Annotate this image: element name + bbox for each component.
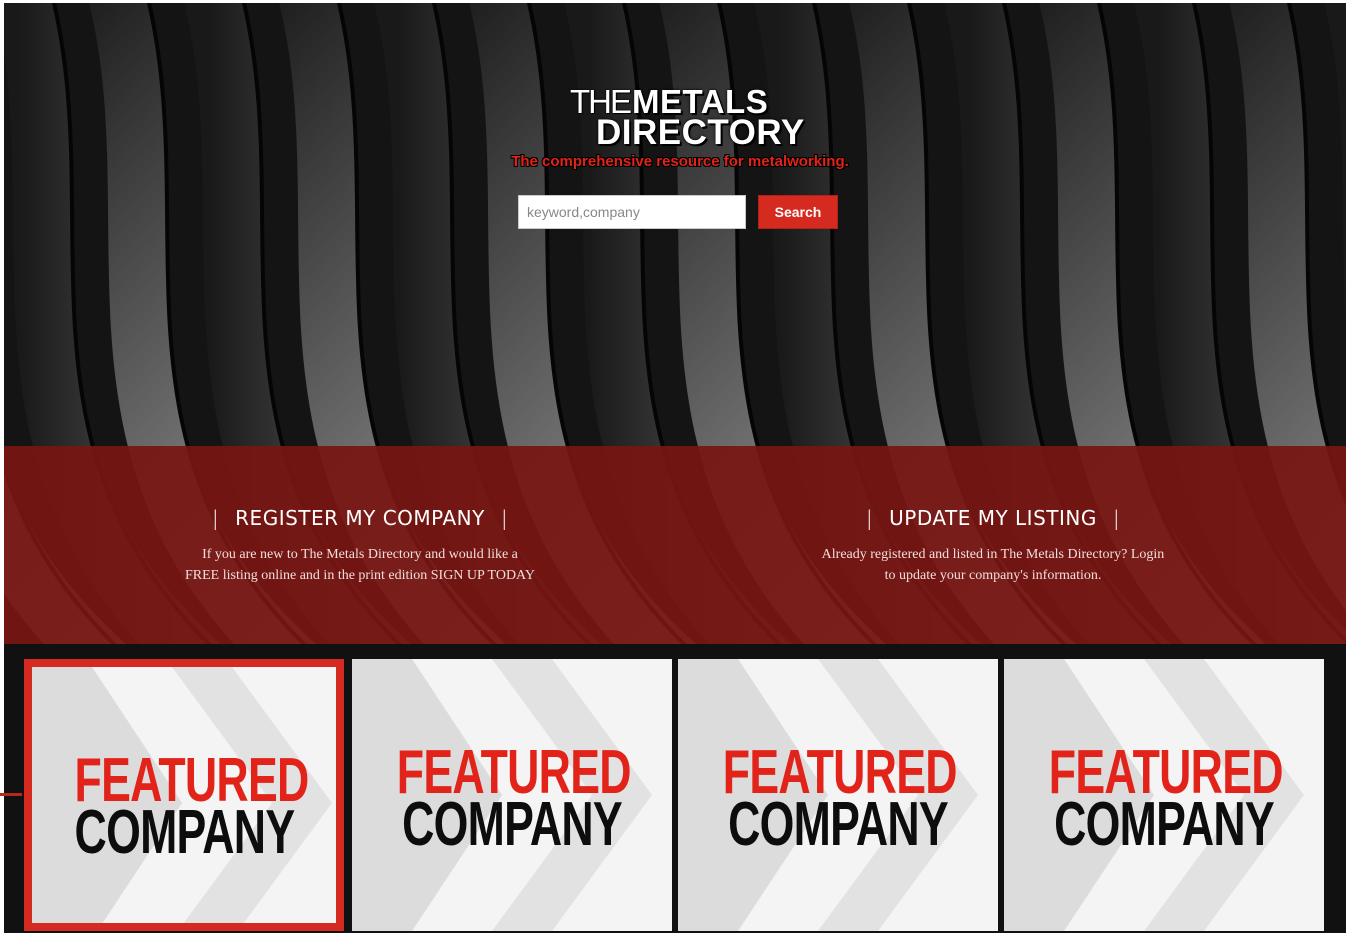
- update-description-line: Already registered and listed in The Met…: [821, 547, 1165, 562]
- register-description: If you are new to The Metals Directory a…: [100, 544, 620, 586]
- page: THE METALS DIRECTORY The comprehensive r…: [4, 3, 1346, 933]
- update-label: UPDATE MY LISTING: [889, 506, 1097, 530]
- update-description-line: to update your company's information.: [884, 568, 1102, 583]
- update-description: Already registered and listed in The Met…: [733, 544, 1253, 586]
- logo-directory: DIRECTORY: [596, 113, 805, 152]
- search-button[interactable]: Search: [758, 195, 838, 229]
- update-my-listing-link[interactable]: | UPDATE MY LISTING |: [850, 506, 1136, 530]
- update-section: | UPDATE MY LISTING | Already registered a…: [733, 506, 1253, 586]
- register-label: REGISTER MY COMPANY: [235, 506, 485, 530]
- featured-company-tile[interactable]: FEATURED COMPANY: [24, 659, 344, 931]
- company-label: COMPANY: [728, 790, 949, 859]
- featured-company-tile[interactable]: FEATURED COMPANY: [352, 659, 672, 931]
- company-label: COMPANY: [74, 798, 296, 867]
- separator: |: [865, 506, 874, 530]
- register-description-line: If you are new to The Metals Directory a…: [202, 547, 518, 562]
- separator: |: [1112, 506, 1121, 530]
- tagline: The comprehensive resource for metalwork…: [511, 153, 849, 170]
- register-description-line: FREE listing online and in the print edi…: [184, 568, 535, 583]
- register-my-company-link[interactable]: | REGISTER MY COMPANY |: [196, 506, 524, 530]
- annotation-callout-line: [0, 793, 22, 796]
- search-input[interactable]: [518, 195, 746, 229]
- featured-companies: FEATURED COMPANY FEATURED COMPANY FEATUR…: [4, 644, 1346, 933]
- company-label: COMPANY: [1054, 790, 1275, 859]
- separator: |: [500, 506, 509, 530]
- company-label: COMPANY: [402, 790, 623, 859]
- separator: |: [211, 506, 220, 530]
- account-actions-band: | REGISTER MY COMPANY | If you are new to …: [4, 446, 1346, 644]
- featured-company-tile[interactable]: FEATURED COMPANY: [678, 659, 998, 931]
- featured-company-tile[interactable]: FEATURED COMPANY: [1004, 659, 1324, 931]
- register-section: | REGISTER MY COMPANY | If you are new to …: [100, 506, 620, 586]
